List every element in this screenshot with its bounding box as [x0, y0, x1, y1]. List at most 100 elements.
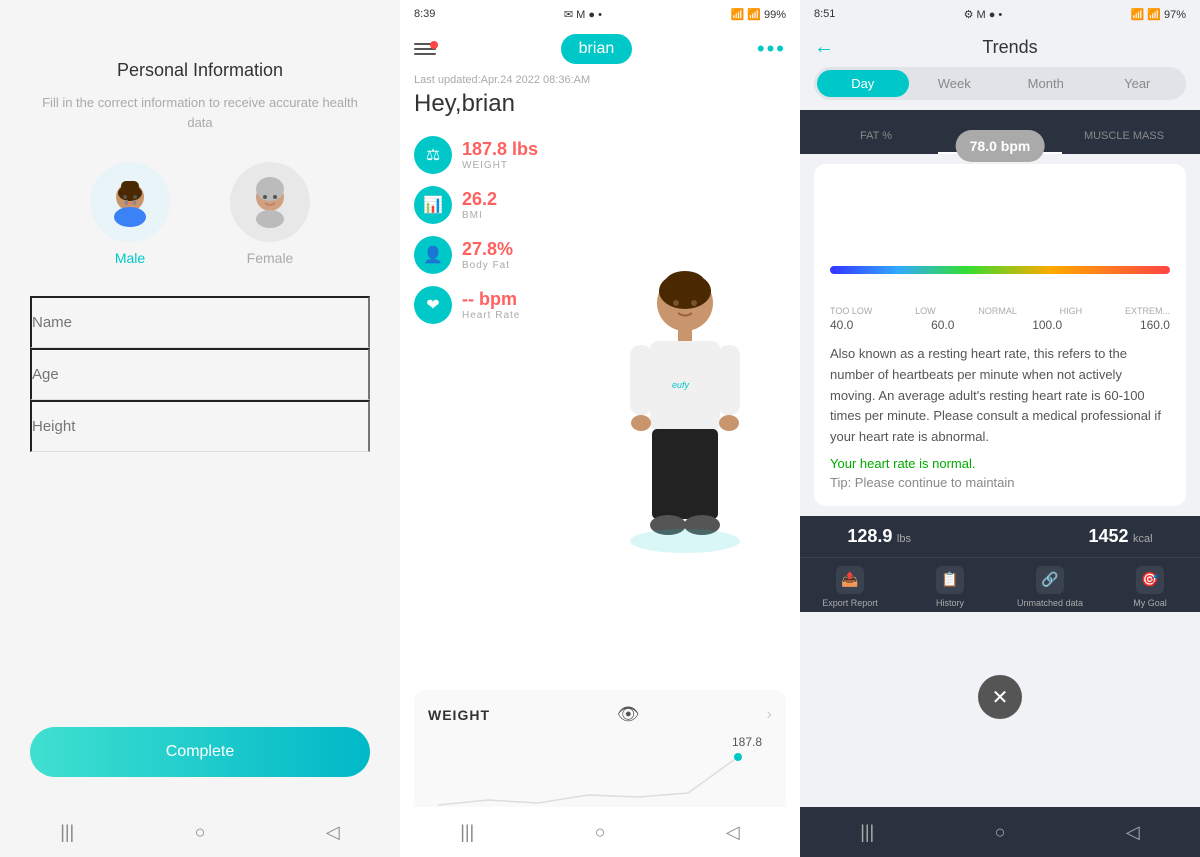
more-options-button[interactable]: •••: [757, 36, 786, 62]
avatar-selection: Male Female: [90, 162, 310, 266]
gauge-label-low: LOW: [915, 306, 936, 316]
metrics-column: ⚖ 187.8 lbs WEIGHT 📊 26.2 BMI 👤 27.8% Bo…: [400, 126, 570, 680]
gauge-num-40: 40.0: [830, 318, 853, 332]
age-input[interactable]: [30, 348, 370, 400]
height-input[interactable]: [30, 400, 370, 452]
female-label: Female: [247, 250, 294, 266]
gauge-value-bubble: 78.0 bpm: [956, 130, 1045, 162]
heartrate-info: -- bpm Heart Rate: [462, 289, 520, 321]
trends-title: Trends: [834, 37, 1186, 58]
chart-eye-icon[interactable]: 👁: [617, 704, 640, 725]
status-time-2: 8:39: [414, 8, 435, 20]
avatar-3d: eufy: [570, 126, 800, 680]
export-report-label: Export Report: [822, 598, 878, 608]
stat-kcal: 1452 kcal: [1089, 526, 1153, 547]
heartrate-metric[interactable]: ❤ -- bpm Heart Rate: [414, 286, 560, 324]
bodyfat-value: 27.8%: [462, 239, 513, 260]
unmatched-data-label: Unmatched data: [1017, 598, 1083, 608]
screen1-nav-bar: ||| ○ ◁: [0, 807, 400, 857]
bmi-label: BMI: [462, 210, 497, 221]
form-fields: [0, 296, 400, 452]
chart-arrow-icon[interactable]: ›: [767, 706, 772, 724]
nav2-home-icon[interactable]: ○: [595, 822, 606, 843]
stat-weight-unit: lbs: [897, 533, 911, 545]
user-pill[interactable]: brian: [561, 34, 633, 64]
complete-button[interactable]: Complete: [30, 727, 370, 777]
bmi-info: 26.2 BMI: [462, 189, 497, 221]
bottom-stats: 128.9 lbs 1452 kcal: [800, 516, 1200, 557]
chart-area: 187.8: [428, 735, 772, 815]
greeting-text: Hey,brian: [400, 90, 800, 118]
screen3-nav-bar: ||| ○ ◁: [800, 807, 1200, 857]
heartrate-icon: ❤: [414, 286, 452, 324]
nav3-home-icon[interactable]: ○: [995, 822, 1006, 843]
avatar-male[interactable]: Male: [90, 162, 170, 266]
avatar-3d-image: eufy: [610, 253, 760, 553]
status-battery-2: 📶 📶 99%: [730, 8, 786, 21]
status-battery-3: 📶 📶 97%: [1130, 8, 1186, 21]
gauge-needle: 78.0 bpm: [956, 130, 1045, 162]
back-button[interactable]: ←: [814, 36, 834, 59]
bmi-icon: 📊: [414, 186, 452, 224]
gauge-num-160: 160.0: [1140, 318, 1170, 332]
status-icons-2: ✉ M ● •: [564, 8, 602, 21]
svg-text:eufy: eufy: [672, 380, 690, 390]
last-updated-text: Last updated:Apr.24 2022 08:36:AM: [400, 74, 800, 86]
screen-dashboard: 8:39 ✉ M ● • 📶 📶 99% brian ••• Last upda…: [400, 0, 800, 857]
status-bar-2: 8:39 ✉ M ● • 📶 📶 99%: [400, 0, 800, 28]
history-label: History: [936, 598, 964, 608]
notification-dot: [430, 41, 438, 49]
female-avatar-image: [230, 162, 310, 242]
menu-button[interactable]: [414, 43, 436, 55]
gauge-label-toolow: TOO LOW: [830, 306, 872, 316]
nav-export-report[interactable]: 📤 Export Report: [800, 566, 900, 608]
avatar-female[interactable]: Female: [230, 162, 310, 266]
stat-kcal-value: 1452: [1089, 526, 1129, 546]
nav-history[interactable]: 📋 History: [900, 566, 1000, 608]
tab-day[interactable]: Day: [817, 70, 909, 97]
nav-recents-icon[interactable]: ◁: [326, 822, 340, 843]
bodyfat-icon: 👤: [414, 236, 452, 274]
gauge-label-high: HIGH: [1060, 306, 1083, 316]
export-report-icon: 📤: [836, 566, 864, 594]
bodyfat-metric[interactable]: 👤 27.8% Body Fat: [414, 236, 560, 274]
nav2-back-icon[interactable]: |||: [460, 822, 474, 843]
chart-header: WEIGHT 👁 ›: [428, 704, 772, 725]
tab-fat[interactable]: FAT %: [814, 120, 938, 154]
weight-metric[interactable]: ⚖ 187.8 lbs WEIGHT: [414, 136, 560, 174]
gauge-num-100: 100.0: [1032, 318, 1062, 332]
nav-back-icon[interactable]: |||: [60, 822, 74, 843]
bmi-metric[interactable]: 📊 26.2 BMI: [414, 186, 560, 224]
bodyfat-label: Body Fat: [462, 260, 513, 271]
close-fab-button[interactable]: ✕: [978, 675, 1022, 719]
my-goal-label: My Goal: [1133, 598, 1167, 608]
tab-year[interactable]: Year: [1092, 70, 1184, 97]
weight-icon: ⚖: [414, 136, 452, 174]
gauge-label-normal: NORMAL: [978, 306, 1017, 316]
bottom-nav-bar: 📤 Export Report 📋 History 🔗 Unmatched da…: [800, 557, 1200, 612]
nav3-recents-icon[interactable]: ◁: [1126, 822, 1140, 843]
my-goal-icon: 🎯: [1136, 566, 1164, 594]
heart-description: Also known as a resting heart rate, this…: [830, 344, 1170, 448]
nav-my-goal[interactable]: 🎯 My Goal: [1100, 566, 1200, 608]
tab-muscle[interactable]: MUSCLE MASS: [1062, 120, 1186, 154]
nav2-recents-icon[interactable]: ◁: [726, 822, 740, 843]
unmatched-data-icon: 🔗: [1036, 566, 1064, 594]
screen-trends: 8:51 ⚙ M ● • 📶 📶 97% ← Trends Day Week M…: [800, 0, 1200, 857]
nav-unmatched-data[interactable]: 🔗 Unmatched data: [1000, 566, 1100, 608]
status-bar-3: 8:51 ⚙ M ● • 📶 📶 97%: [800, 0, 1200, 28]
screen-personal-info: Personal Information Fill in the correct…: [0, 0, 400, 857]
weight-value: 187.8 lbs: [462, 139, 538, 160]
nav-home-icon[interactable]: ○: [195, 822, 206, 843]
male-avatar-image: [90, 162, 170, 242]
name-input[interactable]: [30, 296, 370, 348]
chart-title: WEIGHT: [428, 707, 490, 723]
chart-value: 187.8: [732, 735, 762, 749]
male-label: Male: [115, 250, 145, 266]
gauge-numbers: 40.0 60.0 100.0 160.0: [830, 318, 1170, 332]
nav3-back-icon[interactable]: |||: [860, 822, 874, 843]
menu-line-3: [414, 53, 436, 55]
tab-week[interactable]: Week: [909, 70, 1001, 97]
tab-month[interactable]: Month: [1000, 70, 1092, 97]
bmi-value: 26.2: [462, 189, 497, 210]
